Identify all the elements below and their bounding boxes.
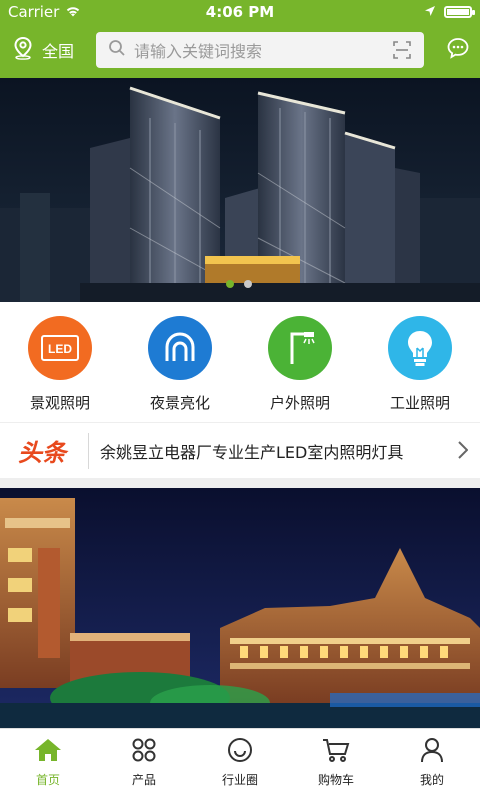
category-label: 夜景亮化 [149,394,210,412]
tab-products[interactable]: 产品 [96,729,192,800]
status-time: 4:06 PM [205,3,275,21]
category-nav: LED 景观照明 夜景亮化 户外照明 工业照明 [0,308,480,420]
home-icon [33,737,63,767]
category-night-lighting[interactable]: 夜景亮化 [120,308,240,420]
app-header: Carrier 4:06 PM 全国 请输入关键词搜索 [0,0,480,78]
promo-image [0,488,480,728]
chat-icon[interactable] [446,36,470,64]
banner-image [0,78,480,302]
cart-icon [322,737,350,767]
bottom-tab-bar: 首页 产品 行业圈 购物车 我的 [0,728,480,800]
category-label: 户外照明 [269,394,330,412]
tab-label: 首页 [35,773,60,787]
location-label: 全国 [42,42,75,61]
search-bar[interactable]: 请输入关键词搜索 [96,32,424,68]
carousel-dot-2[interactable] [244,280,252,288]
chevron-right-icon[interactable] [458,441,469,463]
circle-smile-icon [227,737,253,767]
tab-label: 购物车 [317,773,354,787]
search-icon [108,39,126,61]
scan-icon[interactable] [392,40,412,64]
news-headline[interactable]: 余姚昱立电器厂专业生产LED室内照明灯具 [100,439,403,463]
arch-icon [148,316,212,380]
led-icon: LED [28,316,92,380]
carousel-indicators [226,280,252,288]
category-landscape-lighting[interactable]: LED 景观照明 [0,308,120,420]
user-icon [420,737,444,767]
tab-profile[interactable]: 我的 [384,729,480,800]
tab-label: 产品 [131,773,156,787]
tab-label: 行业圈 [221,773,258,787]
location-pin-icon [12,36,34,64]
news-tag: 头条 [18,439,66,467]
street-lamp-icon [268,316,332,380]
location-arrow-icon [424,3,436,21]
news-divider [88,433,89,469]
section-divider [0,478,480,488]
category-outdoor-lighting[interactable]: 户外照明 [240,308,360,420]
carousel-dot-1[interactable] [226,280,234,288]
led-icon-text: LED [48,342,72,356]
category-industrial-lighting[interactable]: 工业照明 [360,308,480,420]
search-placeholder: 请输入关键词搜索 [134,42,263,61]
bulb-icon [388,316,452,380]
location-selector[interactable]: 全国 [12,30,74,70]
category-label: 景观照明 [29,394,90,412]
status-bar: Carrier 4:06 PM [0,0,480,24]
grid-icon [131,737,157,767]
tab-industry-circle[interactable]: 行业圈 [192,729,288,800]
banner-carousel[interactable] [0,78,480,302]
tab-cart[interactable]: 购物车 [288,729,384,800]
battery-icon [444,6,475,18]
news-ticker[interactable]: 头条 余姚昱立电器厂专业生产LED室内照明灯具 [0,422,480,478]
promo-banner[interactable] [0,488,480,728]
tab-home[interactable]: 首页 [0,729,96,800]
tab-label: 我的 [419,773,444,787]
category-label: 工业照明 [389,394,450,412]
